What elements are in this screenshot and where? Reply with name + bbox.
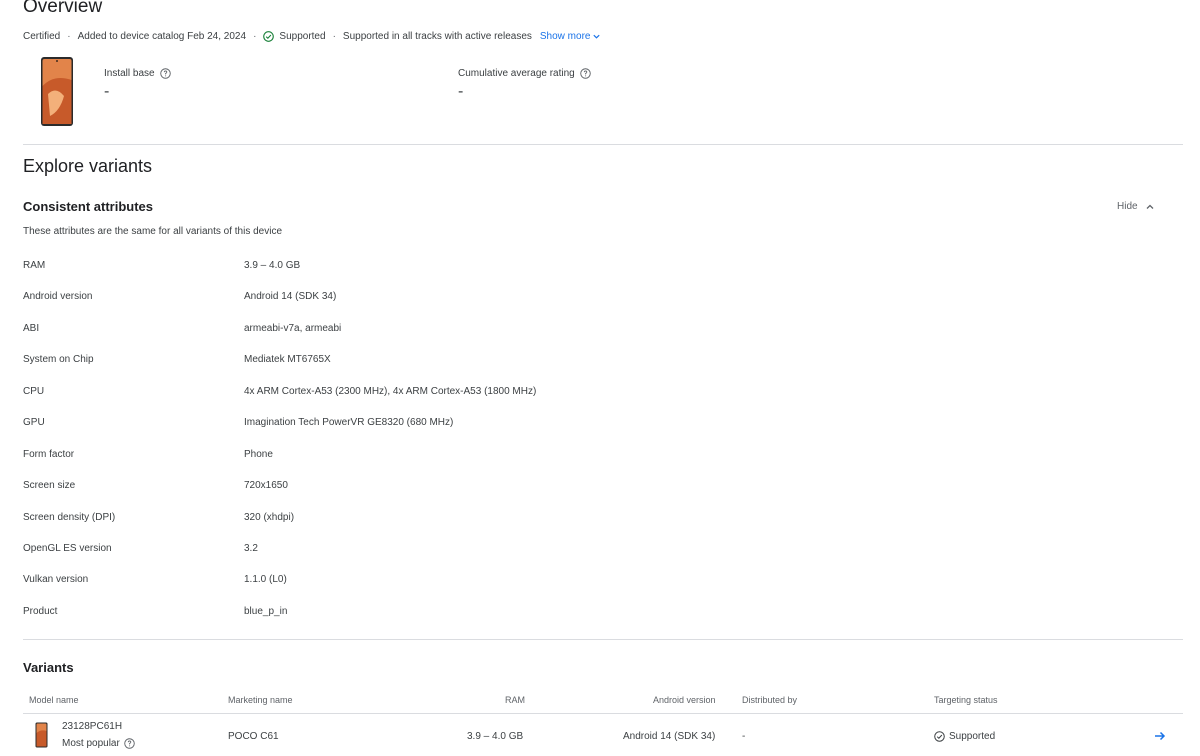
variant-distributed-by: - <box>742 731 746 742</box>
install-base-label: Install base <box>104 68 171 79</box>
attribute-value: 1.1.0 (L0) <box>244 574 287 585</box>
check-circle-icon <box>934 731 945 742</box>
rating-label-text: Cumulative average rating <box>458 68 575 79</box>
column-header-distributed[interactable]: Distributed by <box>742 695 797 705</box>
supported-status: Supported <box>279 31 326 42</box>
attribute-key: CPU <box>23 386 45 397</box>
attribute-key: RAM <box>23 260 46 271</box>
check-circle-icon <box>263 31 275 42</box>
attribute-value: 4x ARM Cortex-A53 (2300 MHz), 4x ARM Cor… <box>244 386 537 397</box>
page-title: Overview <box>23 0 103 17</box>
rating-value: - <box>458 83 464 100</box>
section-divider <box>23 639 1183 640</box>
attribute-key: GPU <box>23 417 45 428</box>
attribute-value: Android 14 (SDK 34) <box>244 291 337 302</box>
attribute-value: 3.2 <box>244 543 258 554</box>
column-header-ram[interactable]: RAM <box>505 695 525 705</box>
supported-detail: Supported in all tracks with active rele… <box>342 31 532 42</box>
column-header-marketing[interactable]: Marketing name <box>228 695 293 705</box>
column-header-targeting[interactable]: Targeting status <box>934 695 998 705</box>
variant-marketing-name: POCO C61 <box>228 731 279 742</box>
most-popular-label: Most popular <box>62 738 135 749</box>
attribute-key: OpenGL ES version <box>23 543 112 554</box>
show-more-label: Show more <box>539 31 591 42</box>
attribute-value: 720x1650 <box>244 480 288 491</box>
chevron-up-icon <box>1146 204 1154 209</box>
added-date: Added to device catalog Feb 24, 2024 <box>77 31 247 42</box>
rating-stat: Cumulative average rating - <box>458 68 591 101</box>
attribute-value: 320 (xhdpi) <box>244 512 295 523</box>
help-icon[interactable] <box>580 68 591 79</box>
device-image <box>41 57 73 126</box>
separator-dot: · <box>332 31 336 42</box>
variant-ram: 3.9 – 4.0 GB <box>467 731 524 742</box>
certified-label: Certified <box>23 31 61 42</box>
variant-targeting-status: Supported <box>934 731 995 742</box>
arrow-right-icon[interactable] <box>1153 729 1167 743</box>
attribute-key: ABI <box>23 323 40 334</box>
attribute-key: Screen size <box>23 480 76 491</box>
table-header-divider <box>23 713 1183 714</box>
attribute-key: Android version <box>23 291 93 302</box>
hide-button[interactable]: Hide <box>1117 201 1155 212</box>
rating-label: Cumulative average rating <box>458 68 591 79</box>
attribute-value: 3.9 – 4.0 GB <box>244 260 301 271</box>
attribute-key: Form factor <box>23 449 75 460</box>
attribute-value: Imagination Tech PowerVR GE8320 (680 MHz… <box>244 417 454 428</box>
most-popular-text: Most popular <box>62 738 120 749</box>
variants-title: Variants <box>23 660 74 675</box>
attribute-value: armeabi-v7a, armeabi <box>244 323 342 334</box>
certification-meta: Certified · Added to device catalog Feb … <box>23 31 601 42</box>
variant-android-version: Android 14 (SDK 34) <box>623 731 716 742</box>
explore-title: Explore variants <box>23 156 153 176</box>
hide-label: Hide <box>1117 201 1138 212</box>
consistent-title: Consistent attributes <box>23 199 154 214</box>
show-more-link[interactable]: Show more <box>540 31 602 42</box>
install-base-value: - <box>104 83 110 100</box>
attribute-key: Vulkan version <box>23 574 89 585</box>
install-base-stat: Install base - <box>104 68 171 101</box>
targeting-status-text: Supported <box>949 731 996 742</box>
column-header-android[interactable]: Android version <box>653 695 716 705</box>
help-icon[interactable] <box>124 738 135 749</box>
attribute-value: Phone <box>244 449 273 460</box>
column-header-model[interactable]: Model name <box>29 695 79 705</box>
attribute-value: blue_p_in <box>244 606 288 617</box>
attribute-key: Screen density (DPI) <box>23 512 116 523</box>
section-divider <box>23 144 1183 145</box>
consistent-description: These attributes are the same for all va… <box>23 226 283 237</box>
device-thumbnail <box>35 722 48 748</box>
variant-model-name: 23128PC61H <box>62 721 123 732</box>
help-icon[interactable] <box>159 68 171 79</box>
chevron-down-icon <box>593 34 601 39</box>
separator-dot: · <box>67 31 71 42</box>
install-base-label-text: Install base <box>104 68 155 79</box>
attribute-value: Mediatek MT6765X <box>244 354 331 365</box>
attribute-key: System on Chip <box>23 354 94 365</box>
attribute-key: Product <box>23 606 58 617</box>
separator-dot: · <box>253 31 257 42</box>
